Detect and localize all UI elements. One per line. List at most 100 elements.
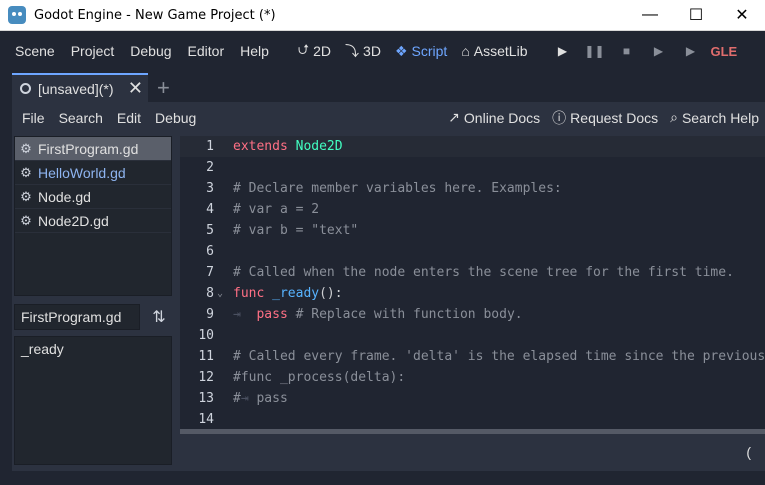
- code-line[interactable]: 4 # var a = 2: [180, 199, 765, 220]
- workspace-2d-button[interactable]: ⮍ 2D: [291, 39, 338, 63]
- 3d-icon: ⤵: [345, 43, 360, 59]
- script-menu-edit[interactable]: Edit: [110, 110, 148, 126]
- file-item-node2d[interactable]: ⚙ Node2D.gd: [15, 209, 171, 233]
- gear-icon: ⚙: [20, 212, 32, 228]
- menu-project[interactable]: Project: [63, 43, 123, 59]
- renderer-label[interactable]: GLE: [710, 44, 737, 59]
- code-line[interactable]: 8 ⌄ func _ready():: [180, 283, 765, 304]
- scrollbar-thumb[interactable]: [180, 429, 765, 434]
- code-line[interactable]: 1 extends Node2D: [180, 136, 765, 157]
- script-menu-file[interactable]: File: [12, 110, 52, 126]
- code-line[interactable]: 9 ⇥ pass # Replace with function body.: [180, 304, 765, 325]
- online-docs-button[interactable]: ↗ Online Docs: [442, 109, 546, 126]
- code-text: # Called every frame. 'delta' is the ela…: [233, 346, 765, 367]
- fold-arrow-icon[interactable]: ⌄: [217, 283, 223, 304]
- sort-icon[interactable]: ⇅: [146, 304, 172, 330]
- menu-scene[interactable]: Scene: [0, 43, 63, 59]
- code-line[interactable]: 2: [180, 157, 765, 178]
- code-line[interactable]: 14: [180, 409, 765, 430]
- line-number: 10: [198, 328, 214, 343]
- method-item-ready[interactable]: _ready: [21, 341, 165, 357]
- file-item-node[interactable]: ⚙ Node.gd: [15, 185, 171, 209]
- script-menu-search[interactable]: Search: [52, 110, 110, 126]
- script-icon: ❖: [394, 42, 408, 59]
- code-text: # Declare member variables here. Example…: [233, 178, 562, 199]
- minimize-button[interactable]: —: [627, 0, 673, 31]
- play-custom-scene-icon[interactable]: ▶: [674, 44, 706, 58]
- code-token: # Replace with function body.: [295, 307, 523, 322]
- code-line[interactable]: 5 # var b = "text": [180, 220, 765, 241]
- play-icon[interactable]: ▶: [546, 44, 578, 58]
- add-tab-icon[interactable]: +: [157, 75, 170, 101]
- menu-help[interactable]: Help: [232, 43, 277, 59]
- line-number: 2: [206, 160, 214, 175]
- code-text: # var b = "text": [233, 220, 358, 241]
- window-title-bar: Godot Engine - New Game Project (*) — ☐ …: [0, 0, 765, 31]
- code-token: pass: [256, 307, 288, 322]
- code-token: #: [233, 391, 241, 406]
- code-token: # Called when the node enters the scene …: [233, 265, 734, 280]
- file-name: Node2D.gd: [38, 212, 109, 229]
- line-number: 6: [206, 244, 214, 259]
- script-menu-debug[interactable]: Debug: [148, 110, 203, 126]
- code-text: extends Node2D: [233, 136, 343, 157]
- menu-editor[interactable]: Editor: [180, 43, 233, 59]
- menu-debug[interactable]: Debug: [122, 43, 179, 59]
- file-name: FirstProgram.gd: [38, 140, 139, 157]
- code-token: #func _process(delta):: [233, 370, 406, 385]
- workspace-3d-button[interactable]: ⤵ 3D: [338, 41, 388, 61]
- code-editor[interactable]: 1 extends Node2D 2 3 # Declare member variab…: [180, 136, 765, 430]
- method-list: _ready: [14, 336, 172, 465]
- method-filter-input[interactable]: FirstProgram.gd: [14, 304, 140, 330]
- assetlib-icon: ⌂: [461, 43, 470, 59]
- editor-status-bar: (: [180, 438, 765, 466]
- search-help-button[interactable]: ⌕ Search Help: [664, 109, 765, 126]
- scene-circle-icon: [20, 83, 31, 94]
- code-token: ⇥: [233, 307, 257, 322]
- code-text: # var a = 2: [233, 199, 319, 220]
- stop-icon[interactable]: ■: [610, 44, 642, 58]
- code-text: # Called when the node enters the scene …: [233, 262, 734, 283]
- file-item-helloworld[interactable]: ⚙ HelloWorld.gd: [15, 161, 171, 185]
- code-line[interactable]: 3 # Declare member variables here. Exampl…: [180, 178, 765, 199]
- code-line[interactable]: 7 # Called when the node enters the scene…: [180, 262, 765, 283]
- scene-tab-label: [unsaved](*): [38, 80, 114, 97]
- code-text: ⇥ pass # Replace with function body.: [233, 304, 523, 325]
- line-number: 1: [206, 139, 214, 154]
- code-line[interactable]: 10: [180, 325, 765, 346]
- horizontal-scrollbar[interactable]: [180, 429, 765, 434]
- line-number: 11: [198, 349, 214, 364]
- gear-icon: ⚙: [20, 188, 32, 204]
- workspace-3d-label: 3D: [363, 43, 381, 59]
- script-editor-panel: File Search Edit Debug ↗ Online Docs ⓘ R…: [12, 102, 765, 471]
- request-docs-button[interactable]: ⓘ Request Docs: [546, 108, 664, 128]
- code-line[interactable]: 12 #func _process(delta):: [180, 367, 765, 388]
- code-line[interactable]: 11 # Called every frame. 'delta' is the e…: [180, 346, 765, 367]
- line-number: 14: [198, 412, 214, 427]
- code-token: # var b = "text": [233, 223, 359, 238]
- online-docs-label: Online Docs: [463, 109, 541, 126]
- script-menu-bar: File Search Edit Debug ↗ Online Docs ⓘ R…: [12, 102, 765, 133]
- code-line[interactable]: 6: [180, 241, 765, 262]
- line-number: 3: [206, 181, 214, 196]
- file-name: HelloWorld.gd: [38, 164, 126, 181]
- code-line[interactable]: 13 #⇥ pass: [180, 388, 765, 409]
- file-name: Node.gd: [38, 188, 91, 205]
- code-token: func: [233, 286, 265, 301]
- close-window-button[interactable]: ✕: [719, 0, 765, 31]
- workspace-assetlib-label: AssetLib: [473, 43, 528, 59]
- workspace-script-button[interactable]: ❖ Script: [388, 43, 454, 60]
- scene-tab-unsaved[interactable]: [unsaved](*) ✕: [12, 73, 148, 102]
- maximize-button[interactable]: ☐: [673, 0, 719, 31]
- code-text: func _ready():: [233, 283, 343, 304]
- search-help-label: Search Help: [681, 109, 759, 126]
- close-tab-icon[interactable]: ✕: [128, 78, 143, 99]
- code-token: extends: [233, 139, 288, 154]
- code-token: _ready: [272, 286, 320, 301]
- file-item-firstprogram[interactable]: ⚙ FirstProgram.gd: [15, 137, 171, 161]
- line-number: 9: [206, 307, 214, 322]
- pause-icon[interactable]: ❚❚: [578, 44, 610, 58]
- workspace-assetlib-button[interactable]: ⌂ AssetLib: [454, 43, 534, 59]
- gear-icon: ⚙: [20, 164, 32, 180]
- play-scene-icon[interactable]: ▶: [642, 44, 674, 58]
